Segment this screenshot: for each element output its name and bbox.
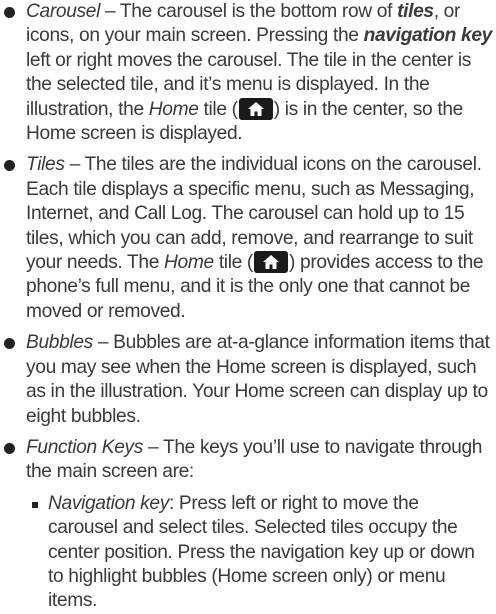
square-bullet-icon <box>32 501 38 508</box>
bullet-icon <box>4 160 15 172</box>
bullet-icon <box>4 338 15 350</box>
bullet-icon <box>4 442 15 454</box>
list-item-bubbles: Bubbles – Bubbles are at-a-glance inform… <box>0 331 496 429</box>
term-label: Function Keys <box>26 436 144 458</box>
list-item-carousel: Carousel – The carousel is the bottom ro… <box>0 0 496 146</box>
term-label: Tiles <box>26 154 65 176</box>
manual-page: Carousel – The carousel is the bottom ro… <box>0 0 496 614</box>
home-icon <box>238 97 273 120</box>
keyword: navigation key <box>363 25 493 47</box>
keyword: Home <box>164 252 214 274</box>
keyword: Home <box>148 98 199 120</box>
list-item-function-keys: Function Keys – The keys you’ll use to n… <box>0 436 496 485</box>
text: tile ( <box>213 252 254 274</box>
home-icon <box>253 251 288 274</box>
sublist-item-navigation-key: Navigation key: Press left or right to m… <box>0 492 496 614</box>
term-label: Carousel <box>26 1 100 22</box>
text: – Bubbles are at-a-glance information it… <box>26 332 490 427</box>
bullet-icon <box>4 7 15 18</box>
text: – The carousel is the bottom row of <box>100 1 398 22</box>
keyword: tiles <box>397 1 434 22</box>
list-item-tiles: Tiles – The tiles are the individual ico… <box>0 153 496 324</box>
term-label: Bubbles <box>26 332 93 354</box>
text: tile ( <box>198 98 239 120</box>
term-label: Navigation key <box>48 492 169 514</box>
